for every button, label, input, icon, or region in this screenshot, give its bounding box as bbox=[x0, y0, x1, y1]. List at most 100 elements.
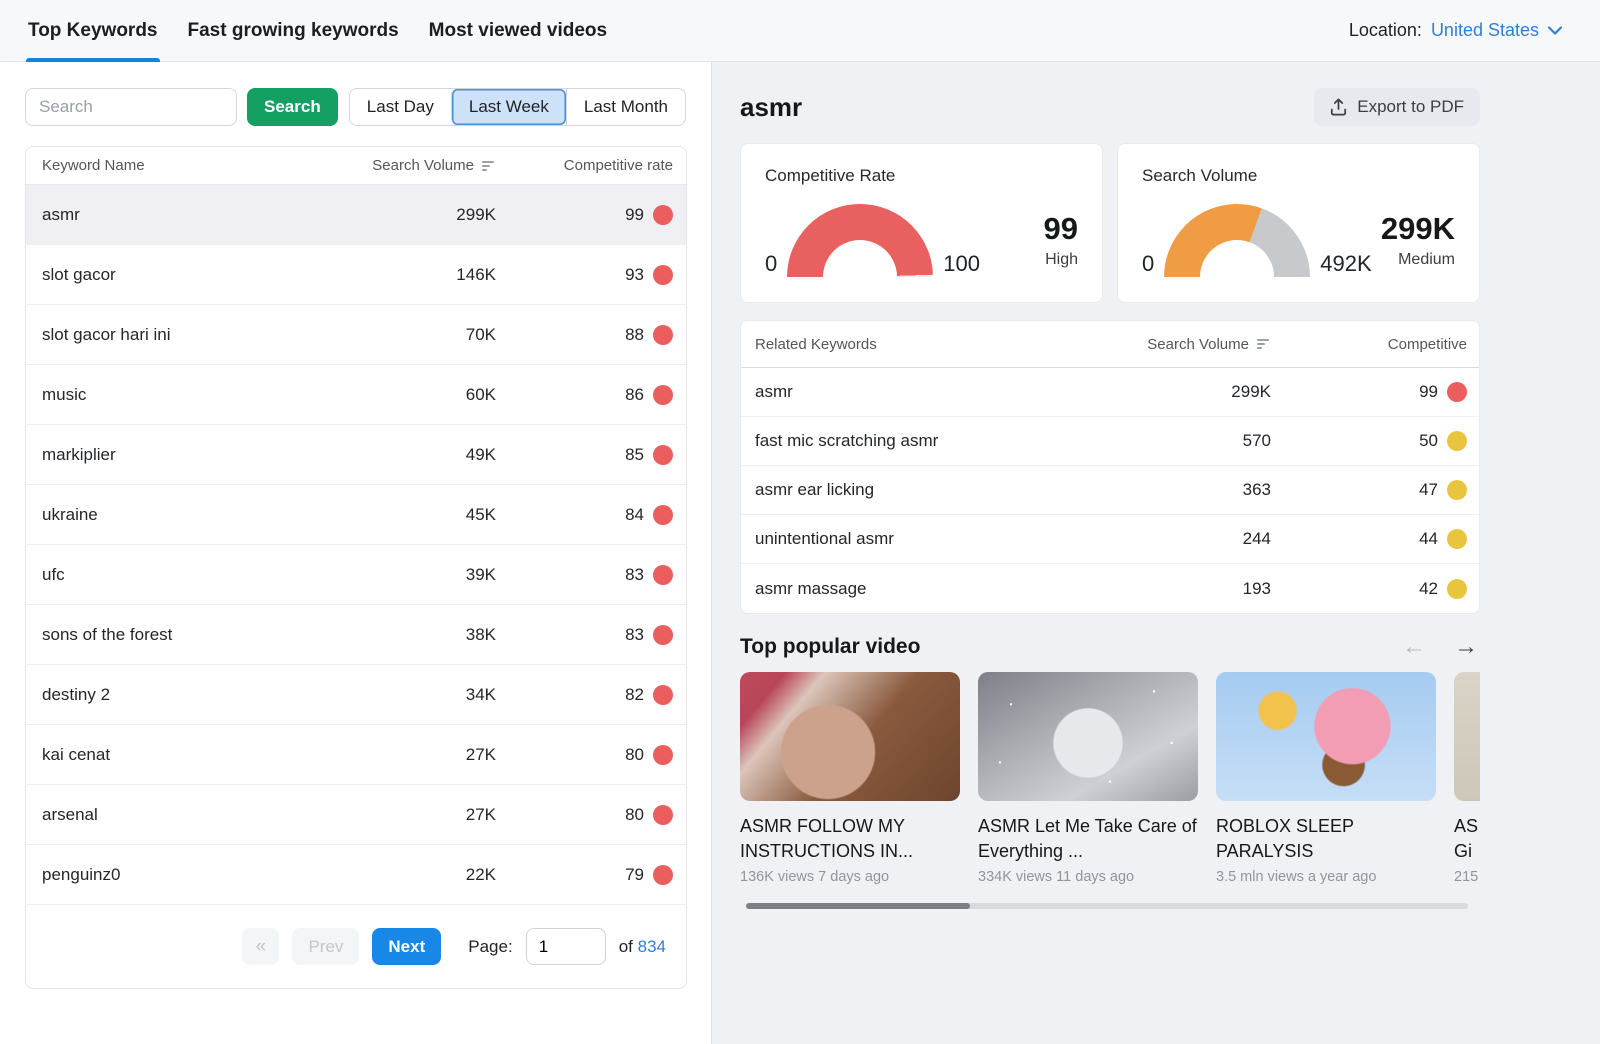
tab-fast-growing-keywords[interactable]: Fast growing keywords bbox=[186, 0, 401, 61]
competition-dot bbox=[1447, 480, 1467, 500]
video-meta: 3.5 mln views a year ago bbox=[1216, 869, 1377, 885]
volume-cell: 146K bbox=[456, 264, 496, 284]
keyword-cell: asmr ear licking bbox=[755, 480, 875, 499]
gauge-max-label: 100 bbox=[943, 251, 980, 276]
time-filter-last-day[interactable]: Last Day bbox=[350, 89, 451, 125]
carousel-next-icon[interactable]: → bbox=[1454, 635, 1478, 659]
table-row[interactable]: penguinz0 22K 79 bbox=[26, 845, 686, 905]
keyword-cell: destiny 2 bbox=[42, 684, 111, 704]
keyword-cell: ufc bbox=[42, 564, 65, 584]
carousel-scrollbar-thumb[interactable] bbox=[746, 903, 970, 909]
gauge-title: Search Volume bbox=[1142, 166, 1258, 185]
related-row[interactable]: unintentional asmr 244 44 bbox=[741, 515, 1479, 564]
volume-cell: 299K bbox=[1231, 382, 1271, 401]
pagination: « Prev Next Page: of 834 bbox=[26, 905, 686, 988]
location-selector[interactable]: Location: United States bbox=[1349, 20, 1562, 41]
total-pages-value: 834 bbox=[637, 936, 666, 956]
rate-cell: 47 bbox=[1419, 480, 1438, 499]
competition-dot bbox=[653, 624, 673, 645]
competition-dot bbox=[1447, 382, 1467, 402]
table-row[interactable]: destiny 2 34K 82 bbox=[26, 665, 686, 725]
time-filter-last-month[interactable]: Last Month bbox=[565, 89, 685, 125]
tab-label: Top Keywords bbox=[28, 19, 158, 41]
table-row[interactable]: markiplier 49K 85 bbox=[26, 425, 686, 485]
keyword-cell: arsenal bbox=[42, 804, 98, 824]
keyword-cell: asmr bbox=[42, 204, 80, 224]
video-meta: 334K views 11 days ago bbox=[978, 869, 1135, 885]
related-row[interactable]: fast mic scratching asmr 570 50 bbox=[741, 417, 1479, 466]
competition-dot bbox=[653, 804, 673, 825]
rate-cell: 42 bbox=[1419, 578, 1438, 598]
competition-dot bbox=[1447, 529, 1467, 549]
gauge-cards: Competitive Rate 0 100 99 High Search Vo… bbox=[740, 143, 1480, 303]
video-thumbnail bbox=[1216, 672, 1436, 801]
carousel-scrollbar-track[interactable] bbox=[746, 903, 1468, 909]
rate-cell: 82 bbox=[625, 684, 644, 704]
prev-page-button[interactable]: Prev bbox=[292, 928, 360, 965]
competitive-rate-card: Competitive Rate 0 100 99 High bbox=[740, 143, 1103, 303]
gauge-min-label: 0 bbox=[1142, 251, 1155, 276]
rate-cell: 50 bbox=[1419, 431, 1438, 450]
top-popular-video-heading: Top popular video bbox=[740, 635, 921, 658]
next-page-button[interactable]: Next bbox=[372, 928, 442, 965]
keyword-cell: slot gacor hari ini bbox=[42, 324, 171, 344]
column-search-volume[interactable]: Search Volume bbox=[346, 157, 496, 174]
table-row[interactable]: slot gacor hari ini 70K 88 bbox=[26, 305, 686, 365]
table-row[interactable]: slot gacor 146K 93 bbox=[26, 245, 686, 305]
video-card[interactable]: ASMR Let Me Take Care of Everything ... … bbox=[978, 672, 1198, 885]
page-label: Page: bbox=[468, 936, 513, 956]
related-row[interactable]: asmr massage 193 42 bbox=[741, 564, 1479, 613]
table-row[interactable]: music 60K 86 bbox=[26, 365, 686, 425]
total-pages: of 834 bbox=[619, 937, 666, 957]
location-value: United States bbox=[1430, 20, 1539, 40]
volume-cell: 299K bbox=[456, 204, 496, 224]
keyword-cell: music bbox=[42, 384, 87, 404]
tab-top-keywords[interactable]: Top Keywords bbox=[26, 0, 160, 62]
competition-dot bbox=[653, 684, 673, 705]
related-row[interactable]: asmr ear licking 363 47 bbox=[741, 466, 1479, 515]
video-card[interactable]: ROBLOX SLEEP PARALYSIS 3.5 mln views a y… bbox=[1216, 672, 1436, 885]
rate-cell: 83 bbox=[625, 624, 644, 644]
table-row[interactable]: asmr 299K 99 bbox=[26, 185, 686, 245]
keyword-cell: ukraine bbox=[42, 504, 98, 524]
volume-cell: 70K bbox=[465, 324, 496, 344]
rate-cell: 83 bbox=[625, 564, 644, 584]
column-search-volume[interactable]: Search Volume bbox=[1101, 336, 1271, 353]
rate-cell: 86 bbox=[625, 384, 644, 404]
search-volume-card: Search Volume 0 492K 299K Medium bbox=[1117, 143, 1480, 303]
rate-cell: 44 bbox=[1419, 529, 1438, 548]
table-row[interactable]: arsenal 27K 80 bbox=[26, 785, 686, 845]
search-input[interactable] bbox=[25, 88, 237, 126]
competition-dot bbox=[1447, 578, 1467, 599]
rate-cell: 80 bbox=[625, 744, 644, 764]
gauge-max-label: 492K bbox=[1320, 251, 1372, 276]
rate-cell: 93 bbox=[625, 264, 644, 284]
time-filter-last-week[interactable]: Last Week bbox=[450, 89, 566, 125]
carousel-prev-icon[interactable]: ← bbox=[1402, 635, 1426, 659]
gauge-min-label: 0 bbox=[765, 251, 778, 276]
competition-dot bbox=[653, 564, 673, 585]
table-row[interactable]: kai cenat 27K 80 bbox=[26, 725, 686, 785]
tab-most-viewed-videos[interactable]: Most viewed videos bbox=[427, 0, 609, 61]
first-page-button[interactable]: « bbox=[242, 928, 280, 965]
export-to-pdf-button[interactable]: Export to PDF bbox=[1314, 88, 1480, 126]
rate-cell: 99 bbox=[1419, 382, 1438, 401]
gauge-level: High bbox=[1045, 251, 1078, 268]
gauge-value: 99 bbox=[1043, 211, 1078, 246]
sort-descending-icon bbox=[1257, 339, 1269, 349]
table-row[interactable]: ukraine 45K 84 bbox=[26, 485, 686, 545]
volume-cell: 27K bbox=[465, 744, 496, 764]
search-button[interactable]: Search bbox=[247, 88, 338, 126]
related-row[interactable]: asmr 299K 99 bbox=[741, 368, 1479, 417]
video-card[interactable]: AS Gi 215 bbox=[1454, 672, 1480, 885]
table-row[interactable]: ufc 39K 83 bbox=[26, 545, 686, 605]
volume-cell: 363 bbox=[1242, 480, 1271, 499]
video-card[interactable]: ASMR FOLLOW MY INSTRUCTIONS IN... 136K v… bbox=[740, 672, 960, 885]
volume-cell: 570 bbox=[1242, 431, 1271, 450]
page-number-input[interactable] bbox=[525, 928, 606, 965]
table-row[interactable]: sons of the forest 38K 83 bbox=[26, 605, 686, 665]
rate-cell: 80 bbox=[625, 804, 644, 824]
keyword-cell: sons of the forest bbox=[42, 624, 173, 644]
competition-dot bbox=[653, 264, 673, 285]
volume-cell: 34K bbox=[465, 684, 496, 704]
